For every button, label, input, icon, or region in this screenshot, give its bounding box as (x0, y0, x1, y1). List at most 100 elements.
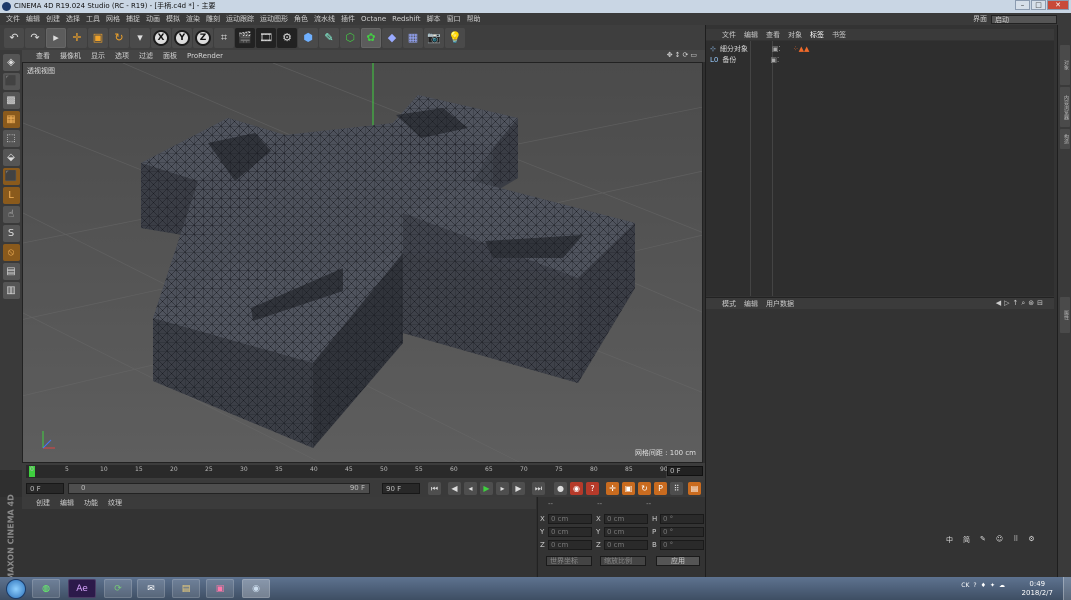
snap-icon[interactable]: S (2, 225, 20, 242)
object-manager[interactable]: ⊹ 細分对象 ▣⁚ ⁘▲▲ L0 备份 ▣⁚ (706, 41, 1054, 296)
rotation-key-button[interactable]: ↻ (638, 482, 651, 495)
taskbar-chrome-icon[interactable]: ◍ (32, 579, 60, 598)
viewport-menu-item-0[interactable]: 查看 (36, 51, 50, 61)
pla-key-button[interactable]: ⠿ (670, 482, 683, 495)
menu-item-20[interactable]: 帮助 (467, 14, 481, 24)
close-button[interactable]: ✕ (1047, 0, 1069, 10)
tray-icon-2[interactable]: ♦ (981, 582, 986, 589)
render-view-button[interactable]: 🎬 (235, 27, 255, 48)
viewport-menu-item-3[interactable]: 选项 (115, 51, 129, 61)
object-tab-5[interactable]: 书签 (832, 30, 846, 40)
cube-primitive-button[interactable]: ⬢ (298, 27, 318, 48)
viewport-menu-item-4[interactable]: 过滤 (139, 51, 153, 61)
menu-item-18[interactable]: 脚本 (427, 14, 441, 24)
tray-icon-0[interactable]: CK (961, 582, 969, 589)
object-tab-4[interactable]: 标签 (810, 30, 824, 40)
subdivision-surface-button[interactable]: ⬡ (340, 27, 360, 48)
next-frame-button[interactable]: ▸ (496, 482, 509, 495)
scale-tool[interactable]: ▣ (88, 27, 108, 48)
menu-item-19[interactable]: 窗口 (447, 14, 461, 24)
make-editable-icon[interactable]: ◈ (2, 54, 20, 71)
cloner-button[interactable]: ✿ (361, 27, 381, 48)
apply-button[interactable]: 应用 (656, 556, 700, 566)
menu-item-10[interactable]: 雕刻 (206, 14, 220, 24)
attribute-footer-icon-4[interactable]: ⠿ (1013, 535, 1018, 545)
menu-item-11[interactable]: 运动跟踪 (226, 14, 254, 24)
record-active-button[interactable]: ● (554, 482, 567, 495)
z-axis-lock[interactable]: Z (193, 27, 213, 48)
live-selection-tool[interactable]: ▸ (46, 27, 66, 48)
menu-item-13[interactable]: 角色 (294, 14, 308, 24)
maximize-button[interactable]: □ (1031, 0, 1046, 10)
previous-frame-button[interactable]: ◂ (464, 482, 477, 495)
undo-button[interactable]: ↶ (4, 27, 24, 48)
size-z-field[interactable]: 0 cm (604, 539, 648, 550)
tag-icons[interactable]: ⁘▲▲ (793, 45, 810, 53)
tray-icon-3[interactable]: ✦ (990, 582, 995, 589)
y-axis-lock[interactable]: Y (172, 27, 192, 48)
attribute-footer-icon-1[interactable]: 简 (963, 535, 970, 545)
side-tab-content[interactable]: 内容浏览器 (1060, 87, 1070, 127)
viewport-nav-icons[interactable]: ✥↕⟳▭ (667, 51, 699, 59)
attribute-nav-icons[interactable]: ◀▷↑⌕⊛⊟ (996, 299, 1046, 308)
floor-button[interactable]: ▦ (403, 27, 423, 48)
menu-item-7[interactable]: 动画 (146, 14, 160, 24)
next-key-button[interactable]: ▶ (512, 482, 525, 495)
menu-item-16[interactable]: Octane (361, 15, 386, 23)
timeline-window-button[interactable]: ▤ (688, 482, 701, 495)
viewport-menu-item-6[interactable]: ProRender (187, 52, 223, 60)
menu-item-2[interactable]: 创建 (46, 14, 60, 24)
layer-icon[interactable]: ▥ (2, 282, 20, 299)
render-picture-viewer-button[interactable]: 🎞 (256, 27, 276, 48)
attribute-footer-icon-3[interactable]: ☺ (996, 535, 1003, 545)
visibility-icon[interactable]: ▣⁚ (770, 56, 779, 64)
tray-icon-1[interactable]: ? (973, 582, 976, 589)
deformer-button[interactable]: ◆ (382, 27, 402, 48)
menu-item-1[interactable]: 编辑 (26, 14, 40, 24)
coord-scale-dropdown[interactable]: 缩放比例 (600, 556, 646, 566)
taskbar-360-icon[interactable]: ⟳ (104, 579, 132, 598)
material-menu-item-2[interactable]: 功能 (84, 498, 98, 508)
menu-item-0[interactable]: 文件 (6, 14, 20, 24)
taskbar-wechat-icon[interactable]: ✉ (137, 579, 165, 598)
viewport-menu-item-1[interactable]: 摄像机 (60, 51, 81, 61)
start-button[interactable] (6, 579, 26, 599)
attribute-footer-icon-5[interactable]: ⚙ (1028, 535, 1034, 545)
position-key-button[interactable]: ✛ (606, 482, 619, 495)
attribute-tab-2[interactable]: 用户数据 (766, 299, 794, 309)
minimize-button[interactable]: – (1015, 0, 1030, 10)
material-menu-item-3[interactable]: 纹理 (108, 498, 122, 508)
render-settings-button[interactable]: ⚙ (277, 27, 297, 48)
end-frame-field[interactable]: 90 F (382, 483, 420, 494)
attribute-footer-icon-2[interactable]: ✎ (980, 535, 986, 545)
autokey-button[interactable]: ◉ (570, 482, 583, 495)
camera-button[interactable]: 📷 (424, 27, 444, 48)
current-frame-field[interactable]: 0 F (667, 466, 703, 476)
play-button[interactable]: ▶ (480, 482, 493, 495)
menu-item-15[interactable]: 插件 (341, 14, 355, 24)
size-y-field[interactable]: 0 cm (604, 526, 648, 537)
menu-item-14[interactable]: 流水线 (314, 14, 335, 24)
recent-tools-button[interactable]: ▾ (130, 27, 150, 48)
redo-button[interactable]: ↷ (25, 27, 45, 48)
viewport-menu-item-5[interactable]: 面板 (163, 51, 177, 61)
preview-range-slider[interactable]: 0 90 F (68, 483, 370, 494)
object-tab-1[interactable]: 编辑 (744, 30, 758, 40)
planar-workplane-icon[interactable]: ▤ (2, 263, 20, 280)
workplane-icon[interactable]: ▦ (2, 111, 20, 128)
object-row[interactable]: L0 备份 ▣⁚ (710, 55, 779, 65)
object-row[interactable]: ⊹ 細分对象 ▣⁚ ⁘▲▲ (710, 44, 809, 54)
material-menu-item-0[interactable]: 创建 (36, 498, 50, 508)
timeline-ruler[interactable]: 0 5 10 15 20 25 30 35 40 45 50 55 60 65 70 75 80 85 90 (26, 465, 668, 478)
attribute-tab-1[interactable]: 编辑 (744, 299, 758, 309)
rot-h-field[interactable]: 0 ° (660, 513, 704, 524)
system-clock[interactable]: 0:49 2018/2/7 (1022, 580, 1053, 598)
rot-p-field[interactable]: 0 ° (660, 526, 704, 537)
side-tab-objects[interactable]: 对象 (1060, 45, 1070, 85)
x-axis-lock[interactable]: X (151, 27, 171, 48)
attribute-footer-icon-0[interactable]: 中 (946, 535, 953, 545)
lock-workplane-icon[interactable]: ⦸ (2, 244, 20, 261)
pen-spline-button[interactable]: ✎ (319, 27, 339, 48)
pos-z-field[interactable]: 0 cm (548, 539, 592, 550)
object-tab-2[interactable]: 查看 (766, 30, 780, 40)
